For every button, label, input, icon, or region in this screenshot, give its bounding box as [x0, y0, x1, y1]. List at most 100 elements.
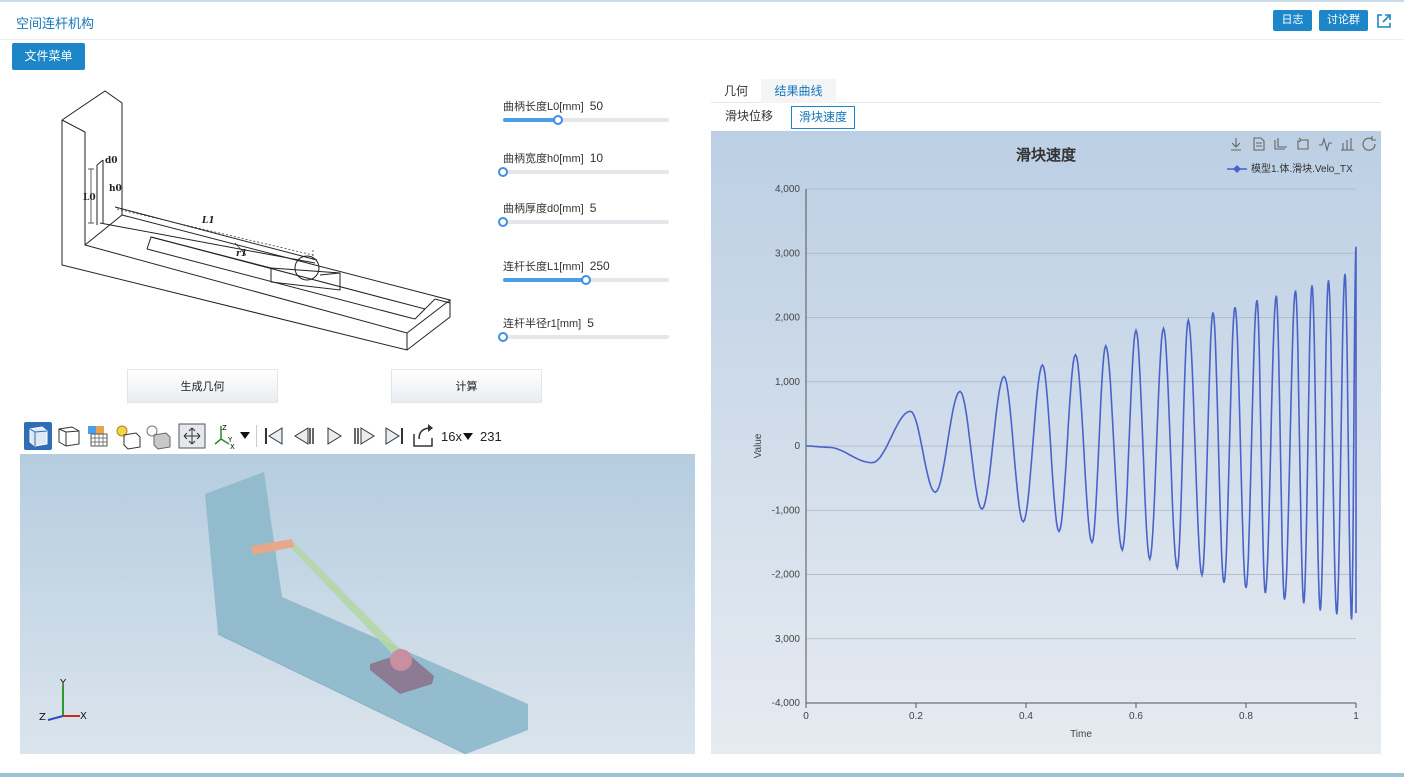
slider-handle[interactable]: [498, 332, 508, 342]
discussion-group-button[interactable]: 讨论群: [1319, 10, 1368, 31]
chart-toolbox: [1231, 136, 1376, 153]
playback-speed-select[interactable]: 16x: [441, 429, 462, 444]
light-wireframe-icon[interactable]: [114, 422, 142, 450]
mesh-view-icon[interactable]: [84, 422, 112, 450]
param-link-radius: 连杆半径r1[mm] 5: [498, 315, 673, 342]
mechanism-schematic: d0 h0 L0 L1 r1: [61, 90, 451, 351]
light-shaded-icon[interactable]: [144, 422, 172, 450]
velocity-chart-panel: 4,000 3,000 2,000 1,000 0 -1,000 -2,000 3,000 -4…: [711, 131, 1381, 754]
axis-dropdown-icon[interactable]: [240, 432, 250, 440]
crank-width-slider[interactable]: [498, 167, 669, 177]
param-value: 5: [587, 316, 594, 330]
param-crank-thickness: 曲柄厚度d0[mm] 5: [498, 200, 673, 227]
x-tick-label: 0: [803, 711, 809, 722]
tab-geometry[interactable]: 几何: [711, 79, 761, 103]
frame-number: 231: [480, 429, 502, 444]
tab-result-curves[interactable]: 结果曲线: [761, 79, 836, 103]
param-crank-width: 曲柄宽度h0[mm] 10: [498, 150, 673, 177]
download-icon[interactable]: [1231, 138, 1241, 151]
param-value: 250: [589, 259, 610, 273]
slider-handle[interactable]: [552, 115, 563, 125]
subtab-slider-velocity[interactable]: 滑块速度: [791, 106, 855, 129]
link-length-slider[interactable]: [503, 275, 669, 285]
param-value: 5: [589, 201, 597, 215]
play-icon[interactable]: [320, 422, 348, 450]
restore-icon[interactable]: [1362, 136, 1376, 151]
x-tick-label: 0.2: [909, 711, 923, 722]
compute-button[interactable]: 计算: [391, 369, 542, 403]
diagram-label-L1: L1: [201, 216, 215, 226]
result-tabs: 几何 结果曲线: [711, 79, 1381, 103]
chart-axes: [805, 189, 1357, 708]
bar-chart-icon[interactable]: [1341, 138, 1354, 151]
param-label: 曲柄厚度d0[mm]: [503, 203, 584, 215]
velocity-chart: 4,000 3,000 2,000 1,000 0 -1,000 -2,000 3,000 -4…: [753, 136, 1376, 740]
base-plate: [205, 472, 528, 754]
slider-fill: [503, 278, 586, 282]
toolbar-divider: [256, 425, 257, 447]
axes-triad: Y X Z: [39, 678, 87, 723]
external-link-icon[interactable]: [1376, 13, 1392, 29]
curve-subtabs: 滑块位移 滑块速度: [711, 104, 1381, 131]
chart-grid: [806, 188, 1356, 704]
shaded-view-icon[interactable]: [24, 422, 52, 450]
legend-label: 模型1.体.滑块.Velo_TX: [1251, 162, 1353, 175]
previous-frame-icon[interactable]: [290, 422, 318, 450]
diagram-label-L0: L0: [83, 193, 96, 203]
x-tick-label: 0.4: [1019, 711, 1033, 722]
slider-fill: [503, 118, 558, 122]
zoom-reset-icon[interactable]: [1297, 137, 1309, 150]
zoom-icon[interactable]: [1274, 138, 1287, 150]
generate-geometry-button[interactable]: 生成几何: [127, 369, 278, 403]
next-frame-icon[interactable]: [350, 422, 378, 450]
y-tick-label: 1,000: [775, 377, 800, 388]
loop-playback-icon[interactable]: [410, 422, 438, 450]
param-label: 曲柄宽度h0[mm]: [503, 153, 584, 165]
svg-text:Z: Z: [222, 424, 227, 432]
y-tick-label: 3,000: [775, 634, 800, 645]
subtab-slider-displacement[interactable]: 滑块位移: [719, 106, 779, 129]
x-tick-label: 1: [1353, 711, 1359, 722]
speed-dropdown-icon[interactable]: [463, 433, 473, 441]
axis-y-label: Y: [59, 678, 67, 689]
param-label: 连杆半径r1[mm]: [503, 318, 582, 330]
slider-handle[interactable]: [498, 167, 508, 177]
data-view-icon[interactable]: [1253, 137, 1265, 151]
crank-length-slider[interactable]: [503, 115, 669, 125]
x-tick-label: 0.6: [1129, 711, 1143, 722]
param-label: 曲柄长度L0[mm]: [503, 101, 584, 113]
app-header: 空间连杆机构 日志 讨论群: [0, 2, 1404, 40]
log-button[interactable]: 日志: [1273, 10, 1312, 31]
last-frame-icon[interactable]: [380, 422, 408, 450]
param-link-length: 连杆长度L1[mm] 250: [503, 258, 673, 285]
param-value: 10: [589, 151, 604, 165]
playback-speed-value: 16x: [441, 429, 462, 444]
y-axis-label: Value: [753, 433, 764, 458]
y-tick-label: -1,000: [772, 505, 801, 516]
link-radius-slider[interactable]: [498, 332, 669, 342]
x-axis-label: Time: [1070, 729, 1092, 740]
fit-view-icon[interactable]: [178, 422, 206, 450]
legend-marker: [1233, 165, 1241, 173]
axis-x-label: X: [80, 711, 87, 722]
line-chart-icon[interactable]: [1319, 137, 1332, 153]
y-tick-label: 0: [794, 441, 800, 452]
crank-thickness-slider[interactable]: [498, 217, 669, 227]
y-tick-label: -2,000: [772, 570, 801, 581]
bottom-border: [0, 773, 1404, 777]
y-tick-label: 2,000: [775, 313, 800, 324]
slider-handle[interactable]: [498, 217, 508, 227]
3d-viewport[interactable]: Y X Z: [20, 454, 695, 754]
axis-orientation-icon[interactable]: Z Y X: [212, 422, 240, 450]
chart-title: 滑块速度: [1016, 146, 1077, 164]
chart-legend: 模型1.体.滑块.Velo_TX: [1227, 162, 1353, 175]
slider-handle[interactable]: [581, 275, 591, 285]
diagram-label-h0: h0: [109, 184, 122, 194]
param-value: 50: [589, 99, 604, 113]
diagram-label-d0: d0: [105, 156, 118, 166]
app-title: 空间连杆机构: [16, 16, 95, 31]
file-menu-button[interactable]: 文件菜单: [12, 43, 85, 70]
axis-z-label: Z: [39, 712, 46, 723]
wireframe-view-icon[interactable]: [55, 422, 83, 450]
first-frame-icon[interactable]: [260, 422, 288, 450]
